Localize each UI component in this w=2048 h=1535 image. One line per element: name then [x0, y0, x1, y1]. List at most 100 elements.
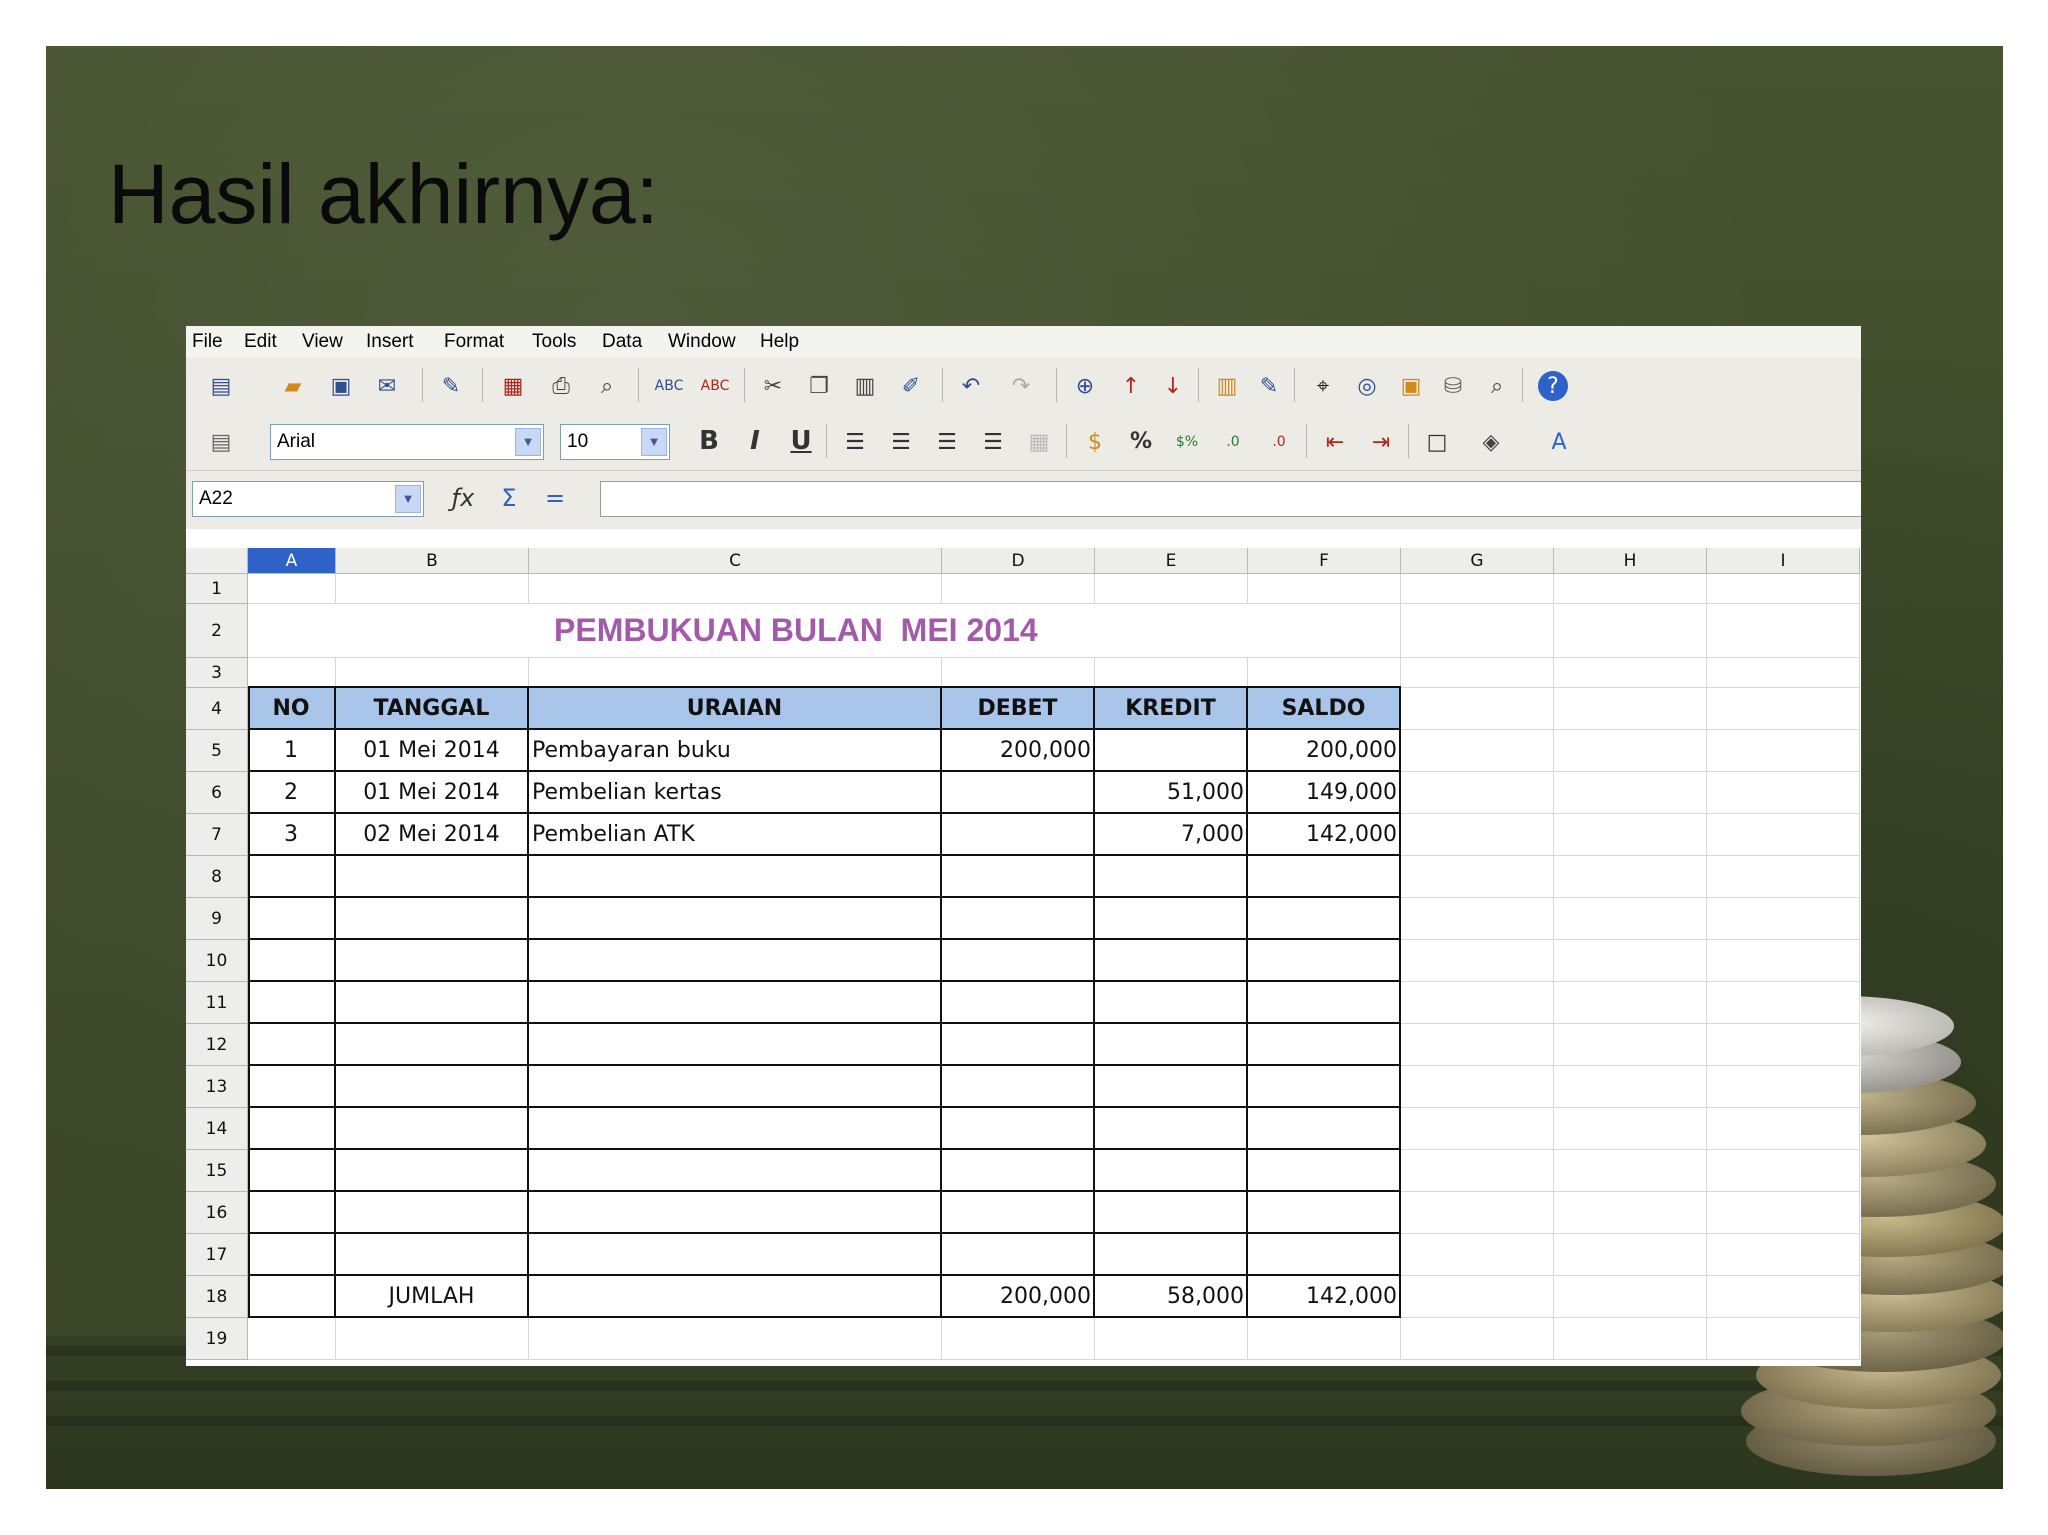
cell-d14[interactable]	[942, 1108, 1095, 1150]
cell-f12[interactable]	[1248, 1024, 1401, 1066]
cell-e6[interactable]: 51,000	[1095, 772, 1248, 814]
cell-h2[interactable]	[1554, 604, 1707, 658]
cell-i18[interactable]	[1707, 1276, 1860, 1318]
show-draw-functions-icon[interactable]: ✎	[1254, 371, 1284, 401]
cell-c13[interactable]	[529, 1066, 942, 1108]
cell-a9[interactable]	[248, 898, 336, 940]
new-document-icon[interactable]: ▤	[206, 371, 236, 401]
cell-h11[interactable]	[1554, 982, 1707, 1024]
cell-b5[interactable]: 01 Mei 2014	[336, 730, 529, 772]
cell-a16[interactable]	[248, 1192, 336, 1234]
cell-c9[interactable]	[529, 898, 942, 940]
cell-a3[interactable]	[248, 658, 336, 688]
copy-icon[interactable]: ❐	[804, 371, 834, 401]
hyperlink-icon[interactable]: ⊕	[1070, 371, 1100, 401]
cell-g11[interactable]	[1401, 982, 1554, 1024]
menu-window[interactable]: Window	[668, 331, 736, 353]
column-header-f[interactable]: F	[1248, 548, 1401, 574]
redo-icon[interactable]: ↷	[1006, 371, 1036, 401]
row-header-4[interactable]: 4	[186, 688, 248, 730]
row-header-9[interactable]: 9	[186, 898, 248, 940]
column-header-c[interactable]: C	[529, 548, 942, 574]
paste-icon[interactable]: ▥	[850, 371, 880, 401]
cell-g17[interactable]	[1401, 1234, 1554, 1276]
cell-e15[interactable]	[1095, 1150, 1248, 1192]
cell-h12[interactable]	[1554, 1024, 1707, 1066]
cell-f6[interactable]: 149,000	[1248, 772, 1401, 814]
align-center-icon[interactable]: ☰	[886, 427, 916, 457]
menu-help[interactable]: Help	[760, 331, 799, 353]
column-header-d[interactable]: D	[942, 548, 1095, 574]
cell-i13[interactable]	[1707, 1066, 1860, 1108]
cell-d3[interactable]	[942, 658, 1095, 688]
cell-h3[interactable]	[1554, 658, 1707, 688]
row-header-1[interactable]: 1	[186, 574, 248, 604]
row-header-5[interactable]: 5	[186, 730, 248, 772]
align-left-icon[interactable]: ☰	[840, 427, 870, 457]
cell-g4[interactable]	[1401, 688, 1554, 730]
cell-e13[interactable]	[1095, 1066, 1248, 1108]
function-wizard-icon[interactable]: ƒx	[448, 483, 478, 513]
cell-i4[interactable]	[1707, 688, 1860, 730]
cell-g9[interactable]	[1401, 898, 1554, 940]
cell-g5[interactable]	[1401, 730, 1554, 772]
cell-i12[interactable]	[1707, 1024, 1860, 1066]
cell-d10[interactable]	[942, 940, 1095, 982]
cell-i11[interactable]	[1707, 982, 1860, 1024]
cell-a6[interactable]: 2	[248, 772, 336, 814]
row-header-3[interactable]: 3	[186, 658, 248, 688]
cell-d17[interactable]	[942, 1234, 1095, 1276]
menu-data[interactable]: Data	[602, 331, 642, 353]
cell-d4[interactable]: DEBET	[942, 688, 1095, 730]
cell-f1[interactable]	[1248, 574, 1401, 604]
cell-b17[interactable]	[336, 1234, 529, 1276]
cell-g2[interactable]	[1401, 604, 1554, 658]
delete-decimal-icon[interactable]: .0	[1264, 427, 1294, 457]
cell-g15[interactable]	[1401, 1150, 1554, 1192]
help-icon[interactable]: ?	[1538, 371, 1568, 401]
menu-edit[interactable]: Edit	[244, 331, 277, 353]
cell-a19[interactable]	[248, 1318, 336, 1360]
cell-b16[interactable]	[336, 1192, 529, 1234]
cell-e19[interactable]	[1095, 1318, 1248, 1360]
cell-g16[interactable]	[1401, 1192, 1554, 1234]
cell-a12[interactable]	[248, 1024, 336, 1066]
merge-cells-icon[interactable]: ▦	[1024, 427, 1054, 457]
cell-e3[interactable]	[1095, 658, 1248, 688]
chevron-down-icon[interactable]: ▼	[395, 485, 421, 513]
cell-a10[interactable]	[248, 940, 336, 982]
zoom-icon[interactable]: ⌕	[1482, 371, 1512, 401]
font-size-box[interactable]: 10 ▼	[560, 424, 670, 460]
menu-tools[interactable]: Tools	[532, 331, 576, 353]
cell-f4[interactable]: SALDO	[1248, 688, 1401, 730]
cell-f16[interactable]	[1248, 1192, 1401, 1234]
cell-a13[interactable]	[248, 1066, 336, 1108]
name-box[interactable]: A22 ▼	[192, 481, 424, 517]
cell-f8[interactable]	[1248, 856, 1401, 898]
cell-f7[interactable]: 142,000	[1248, 814, 1401, 856]
percent-format-button[interactable]: %	[1126, 426, 1156, 456]
background-color-icon[interactable]: ◈	[1476, 427, 1506, 457]
cell-h9[interactable]	[1554, 898, 1707, 940]
cell-f9[interactable]	[1248, 898, 1401, 940]
cell-a7[interactable]: 3	[248, 814, 336, 856]
cell-h8[interactable]	[1554, 856, 1707, 898]
export-pdf-icon[interactable]: ▦	[498, 371, 528, 401]
cell-i19[interactable]	[1707, 1318, 1860, 1360]
cell-b1[interactable]	[336, 574, 529, 604]
undo-icon[interactable]: ↶	[956, 371, 986, 401]
cell-e7[interactable]: 7,000	[1095, 814, 1248, 856]
cell-d19[interactable]	[942, 1318, 1095, 1360]
cell-a1[interactable]	[248, 574, 336, 604]
cell-c8[interactable]	[529, 856, 942, 898]
cell-f17[interactable]	[1248, 1234, 1401, 1276]
page-preview-icon[interactable]: ⌕	[592, 371, 622, 401]
add-decimal-icon[interactable]: .0	[1218, 427, 1248, 457]
cell-h7[interactable]	[1554, 814, 1707, 856]
find-replace-icon[interactable]: ⌖	[1308, 371, 1338, 401]
cell-f13[interactable]	[1248, 1066, 1401, 1108]
cell-g14[interactable]	[1401, 1108, 1554, 1150]
styles-icon[interactable]: ▤	[206, 427, 236, 457]
font-name-box[interactable]: Arial ▼	[270, 424, 544, 460]
cell-e10[interactable]	[1095, 940, 1248, 982]
